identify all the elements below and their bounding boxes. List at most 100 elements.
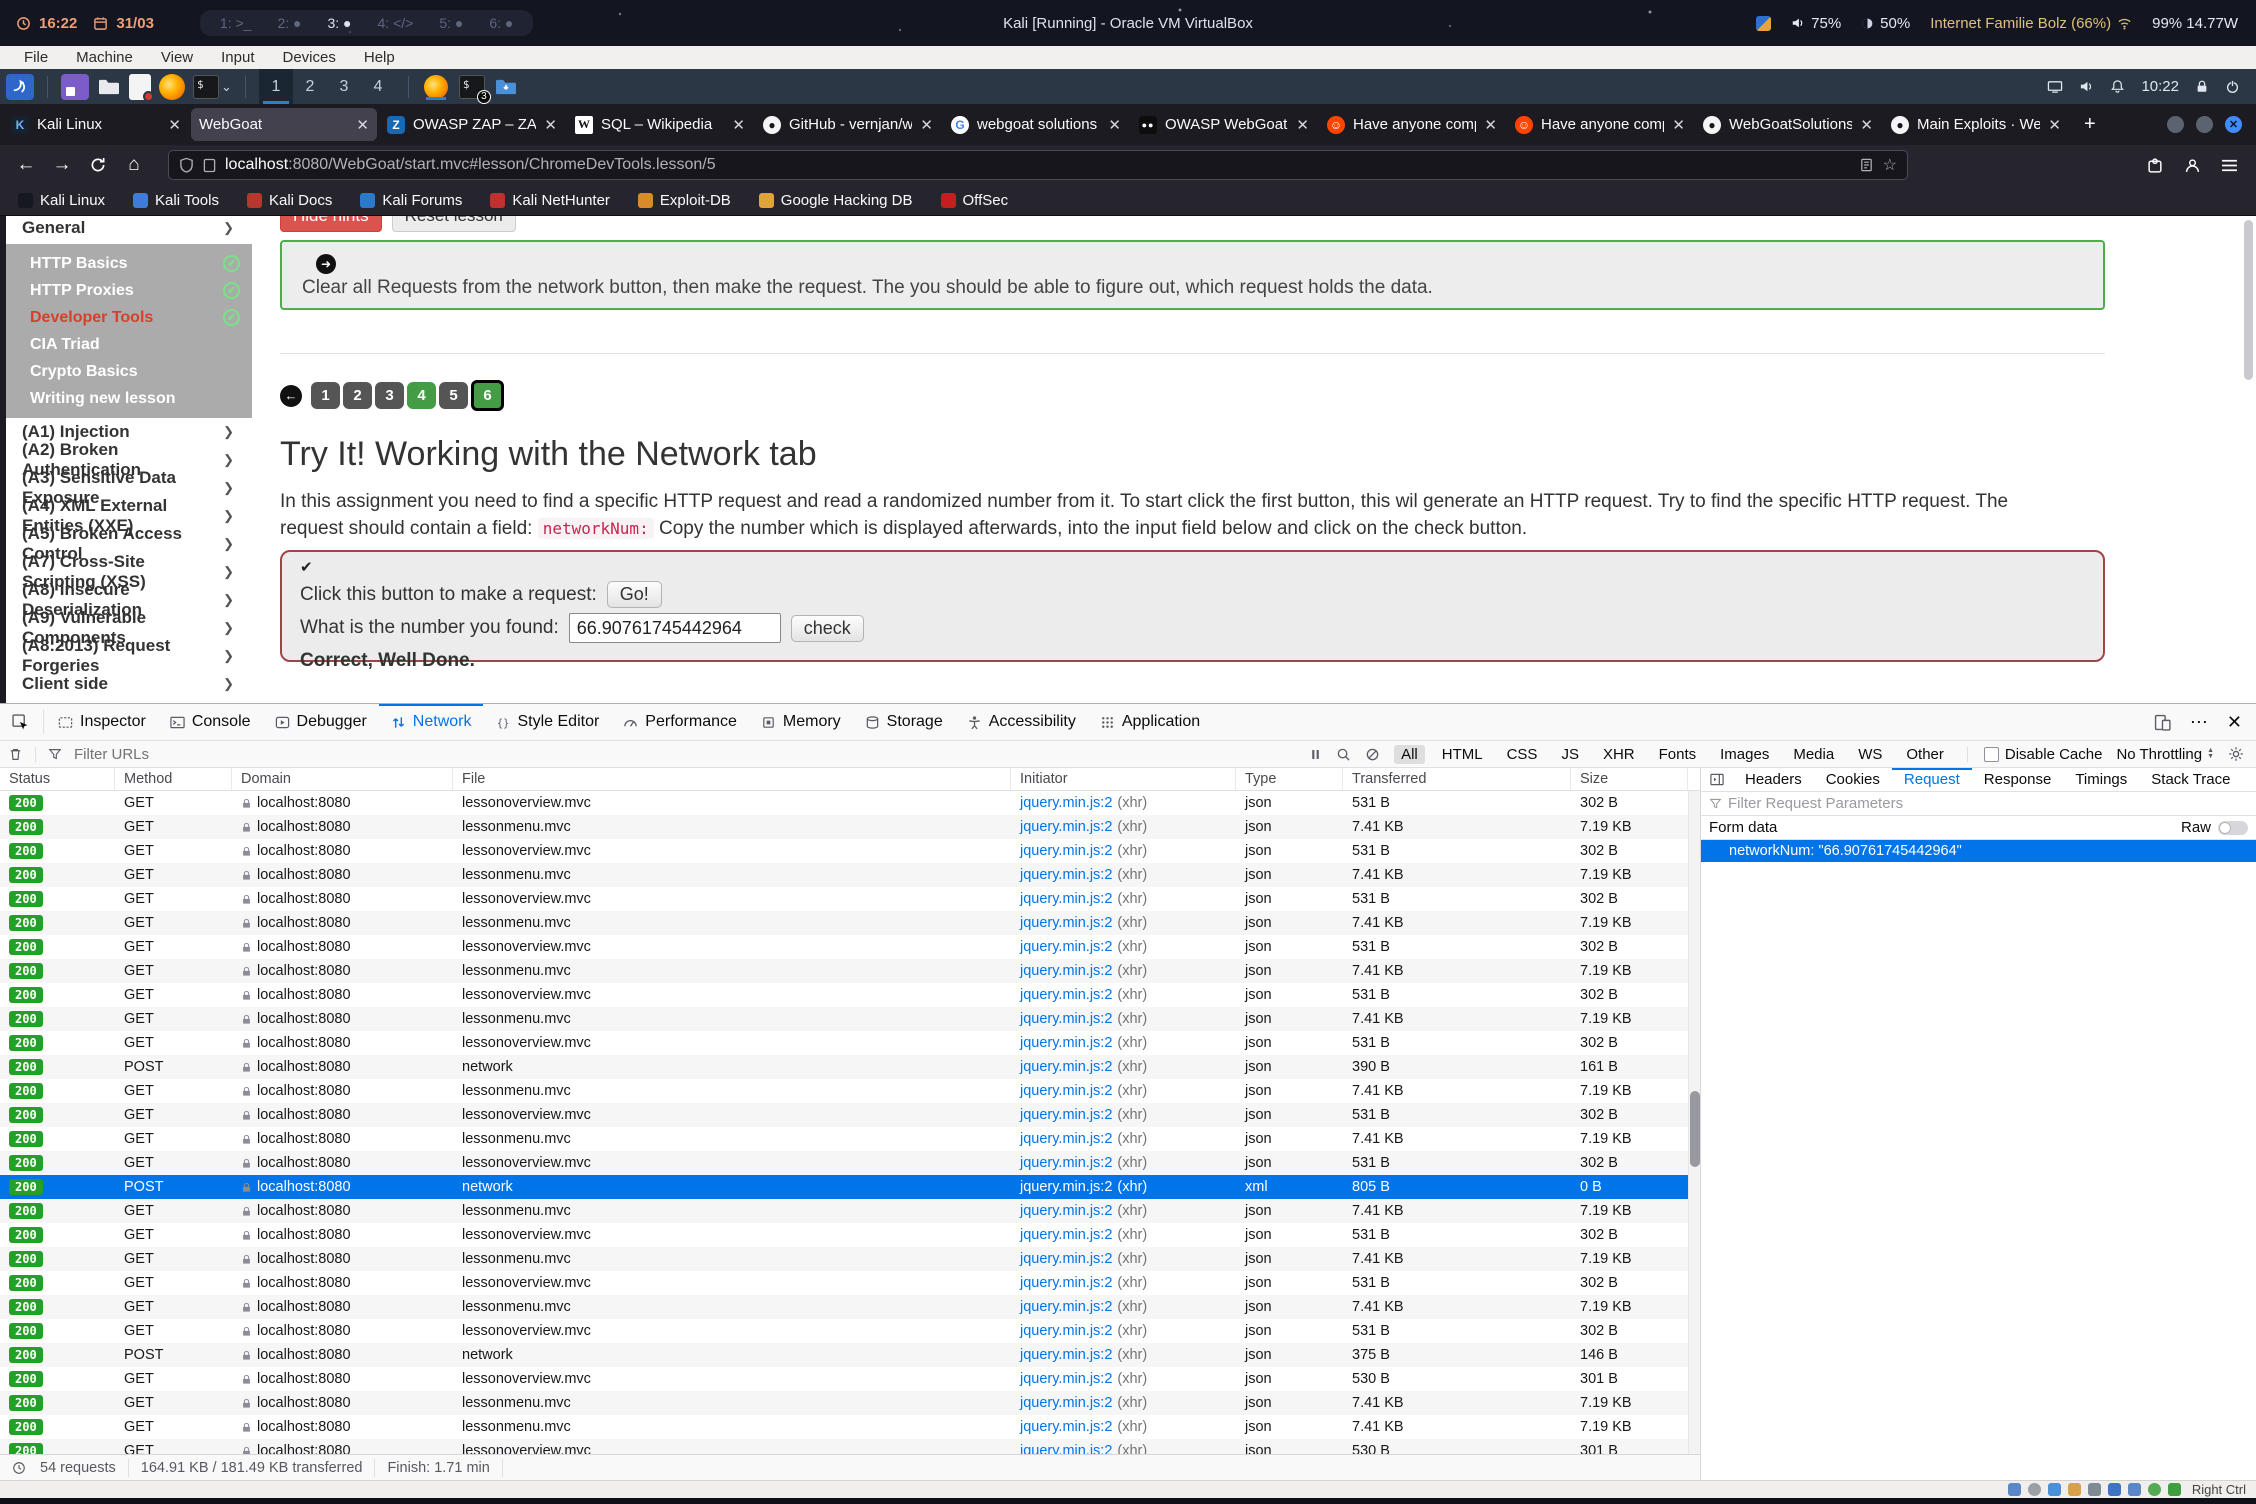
workspace-button[interactable]: 3	[327, 69, 361, 104]
devtool-tab-application[interactable]: Application	[1088, 704, 1212, 740]
request-row[interactable]: 200GETlocalhost:8080lessonoverview.mvcjq…	[0, 1103, 1700, 1127]
sidebar-lesson-item[interactable]: Crypto Basics	[6, 358, 252, 385]
type-filter-js[interactable]: JS	[1554, 745, 1586, 764]
url-bar[interactable]: localhost:8080/WebGoat/start.mvc#lesson/…	[168, 150, 1908, 180]
display-icon[interactable]	[2047, 79, 2063, 94]
close-window-button[interactable]: ✕	[2225, 116, 2242, 133]
type-filter-css[interactable]: CSS	[1500, 745, 1545, 764]
browser-tab[interactable]: ☺Have anyone comple✕	[1507, 108, 1693, 141]
tab-close-icon[interactable]: ✕	[2048, 116, 2061, 134]
devtool-tab-inspector[interactable]: Inspector	[46, 704, 158, 740]
request-row[interactable]: 200GETlocalhost:8080lessonoverview.mvcjq…	[0, 1439, 1700, 1454]
previous-page-button[interactable]: ←	[280, 385, 302, 407]
bookmark-item[interactable]: Exploit-DB	[638, 192, 731, 209]
request-row[interactable]: 200GETlocalhost:8080lessonoverview.mvcjq…	[0, 983, 1700, 1007]
request-row[interactable]: 200GETlocalhost:8080lessonmenu.mvcjquery…	[0, 1127, 1700, 1151]
initiator-link[interactable]: jquery.min.js:2	[1020, 1107, 1112, 1123]
type-filter-all[interactable]: All	[1394, 745, 1425, 764]
tab-close-icon[interactable]: ✕	[1672, 116, 1685, 134]
notifications-bell-icon[interactable]	[2110, 79, 2125, 94]
block-icon[interactable]	[1365, 747, 1380, 762]
request-row[interactable]: 200POSTlocalhost:8080networkjquery.min.j…	[0, 1055, 1700, 1079]
browser-tab[interactable]: WSQL – Wikipedia✕	[567, 108, 753, 141]
initiator-link[interactable]: jquery.min.js:2	[1020, 1323, 1112, 1339]
request-row[interactable]: 200GETlocalhost:8080lessonoverview.mvcjq…	[0, 1031, 1700, 1055]
browser-tab[interactable]: ●WebGoatSolutions/S✕	[1695, 108, 1881, 141]
reload-button[interactable]	[80, 156, 116, 174]
lesson-page-button[interactable]: 5	[439, 382, 468, 409]
pick-element-icon[interactable]	[0, 704, 41, 740]
request-row[interactable]: 200GETlocalhost:8080lessonmenu.mvcjquery…	[0, 1415, 1700, 1439]
type-filter-images[interactable]: Images	[1713, 745, 1776, 764]
initiator-link[interactable]: jquery.min.js:2	[1020, 1395, 1112, 1411]
request-row[interactable]: 200GETlocalhost:8080lessonmenu.mvcjquery…	[0, 1079, 1700, 1103]
initiator-link[interactable]: jquery.min.js:2	[1020, 1203, 1112, 1219]
type-filter-html[interactable]: HTML	[1435, 745, 1490, 764]
detail-tab-stack-trace[interactable]: Stack Trace	[2139, 768, 2242, 791]
extensions-icon[interactable]	[2147, 157, 2164, 174]
bookmark-star-icon[interactable]: ☆	[1883, 155, 1897, 175]
browser-tab[interactable]: ●Main Exploits · WebG✕	[1883, 108, 2069, 141]
workspace-switcher[interactable]: 1: >_2: ●3: ●4: </>5: ●6: ●	[200, 10, 533, 36]
tab-close-icon[interactable]: ✕	[356, 116, 369, 134]
request-row[interactable]: 200GETlocalhost:8080lessonoverview.mvcjq…	[0, 839, 1700, 863]
type-filter-other[interactable]: Other	[1899, 745, 1951, 764]
initiator-link[interactable]: jquery.min.js:2	[1020, 1131, 1112, 1147]
devtool-tab-accessibility[interactable]: Accessibility	[955, 704, 1088, 740]
devtool-tab-storage[interactable]: Storage	[853, 704, 955, 740]
request-row[interactable]: 200GETlocalhost:8080lessonmenu.mvcjquery…	[0, 911, 1700, 935]
power-icon[interactable]	[2225, 79, 2240, 94]
initiator-link[interactable]: jquery.min.js:2	[1020, 987, 1112, 1003]
browser-tab[interactable]: ●●OWASP WebGoat: G✕	[1131, 108, 1317, 141]
devtools-close-icon[interactable]: ✕	[2227, 712, 2242, 733]
devtool-tab-memory[interactable]: Memory	[749, 704, 853, 740]
network-indicator[interactable]: Internet Familie Bolz (66%)	[1930, 15, 2132, 32]
tab-close-icon[interactable]: ✕	[544, 116, 557, 134]
initiator-link[interactable]: jquery.min.js:2	[1020, 1083, 1112, 1099]
tracking-shield-icon[interactable]	[179, 157, 194, 173]
files-icon[interactable]	[97, 77, 121, 97]
initiator-link[interactable]: jquery.min.js:2	[1020, 1443, 1112, 1454]
type-filter-ws[interactable]: WS	[1851, 745, 1889, 764]
url-text[interactable]: localhost:8080/WebGoat/start.mvc#lesson/…	[225, 156, 1850, 174]
menu-view[interactable]: View	[147, 49, 207, 66]
account-icon[interactable]	[2184, 157, 2201, 174]
request-row[interactable]: 200GETlocalhost:8080lessonmenu.mvcjquery…	[0, 1295, 1700, 1319]
responsive-design-icon[interactable]	[2154, 714, 2172, 731]
search-icon[interactable]	[1336, 747, 1351, 762]
tab-close-icon[interactable]: ✕	[1860, 116, 1873, 134]
initiator-link[interactable]: jquery.min.js:2	[1020, 1371, 1112, 1387]
column-header-transferred[interactable]: Transferred	[1343, 768, 1571, 790]
maximize-button[interactable]	[2196, 116, 2213, 133]
minimize-button[interactable]	[2167, 116, 2184, 133]
initiator-link[interactable]: jquery.min.js:2	[1020, 1275, 1112, 1291]
request-row[interactable]: 200GETlocalhost:8080lessonoverview.mvcjq…	[0, 887, 1700, 911]
sidebar-lesson-item[interactable]: CIA Triad	[6, 331, 252, 358]
column-header-file[interactable]: File	[453, 768, 1011, 790]
check-button[interactable]: check	[791, 615, 864, 642]
tab-close-icon[interactable]: ✕	[732, 116, 745, 134]
host-workspace[interactable]: 1: >_	[220, 15, 252, 31]
filter-request-parameters-input[interactable]: Filter Request Parameters	[1701, 792, 2256, 816]
reader-mode-icon[interactable]	[1859, 157, 1874, 173]
initiator-link[interactable]: jquery.min.js:2	[1020, 1419, 1112, 1435]
devtool-tab-network[interactable]: Network	[379, 704, 484, 740]
column-header-size[interactable]: Size	[1571, 768, 1688, 790]
bookmark-item[interactable]: Kali NetHunter	[490, 192, 610, 209]
initiator-link[interactable]: jquery.min.js:2	[1020, 939, 1112, 955]
browser-tab[interactable]: ZOWASP ZAP – ZAP i✕	[379, 108, 565, 141]
battery-indicator[interactable]: 99% 14.77W	[2152, 15, 2238, 32]
request-row[interactable]: 200GETlocalhost:8080lessonmenu.mvcjquery…	[0, 1199, 1700, 1223]
tab-close-icon[interactable]: ✕	[1484, 116, 1497, 134]
initiator-link[interactable]: jquery.min.js:2	[1020, 819, 1112, 835]
firefox-launcher-icon[interactable]	[159, 74, 185, 100]
sidebar-lesson-item[interactable]: Writing new lesson	[6, 385, 252, 412]
request-row[interactable]: 200GETlocalhost:8080lessonmenu.mvcjquery…	[0, 863, 1700, 887]
type-filter-fonts[interactable]: Fonts	[1652, 745, 1704, 764]
type-filter-media[interactable]: Media	[1786, 745, 1841, 764]
request-row[interactable]: 200GETlocalhost:8080lessonoverview.mvcjq…	[0, 791, 1700, 815]
column-header-domain[interactable]: Domain	[232, 768, 453, 790]
lesson-page-button[interactable]: 2	[343, 382, 372, 409]
tab-close-icon[interactable]: ✕	[1296, 116, 1309, 134]
bookmark-item[interactable]: Kali Forums	[360, 192, 462, 209]
